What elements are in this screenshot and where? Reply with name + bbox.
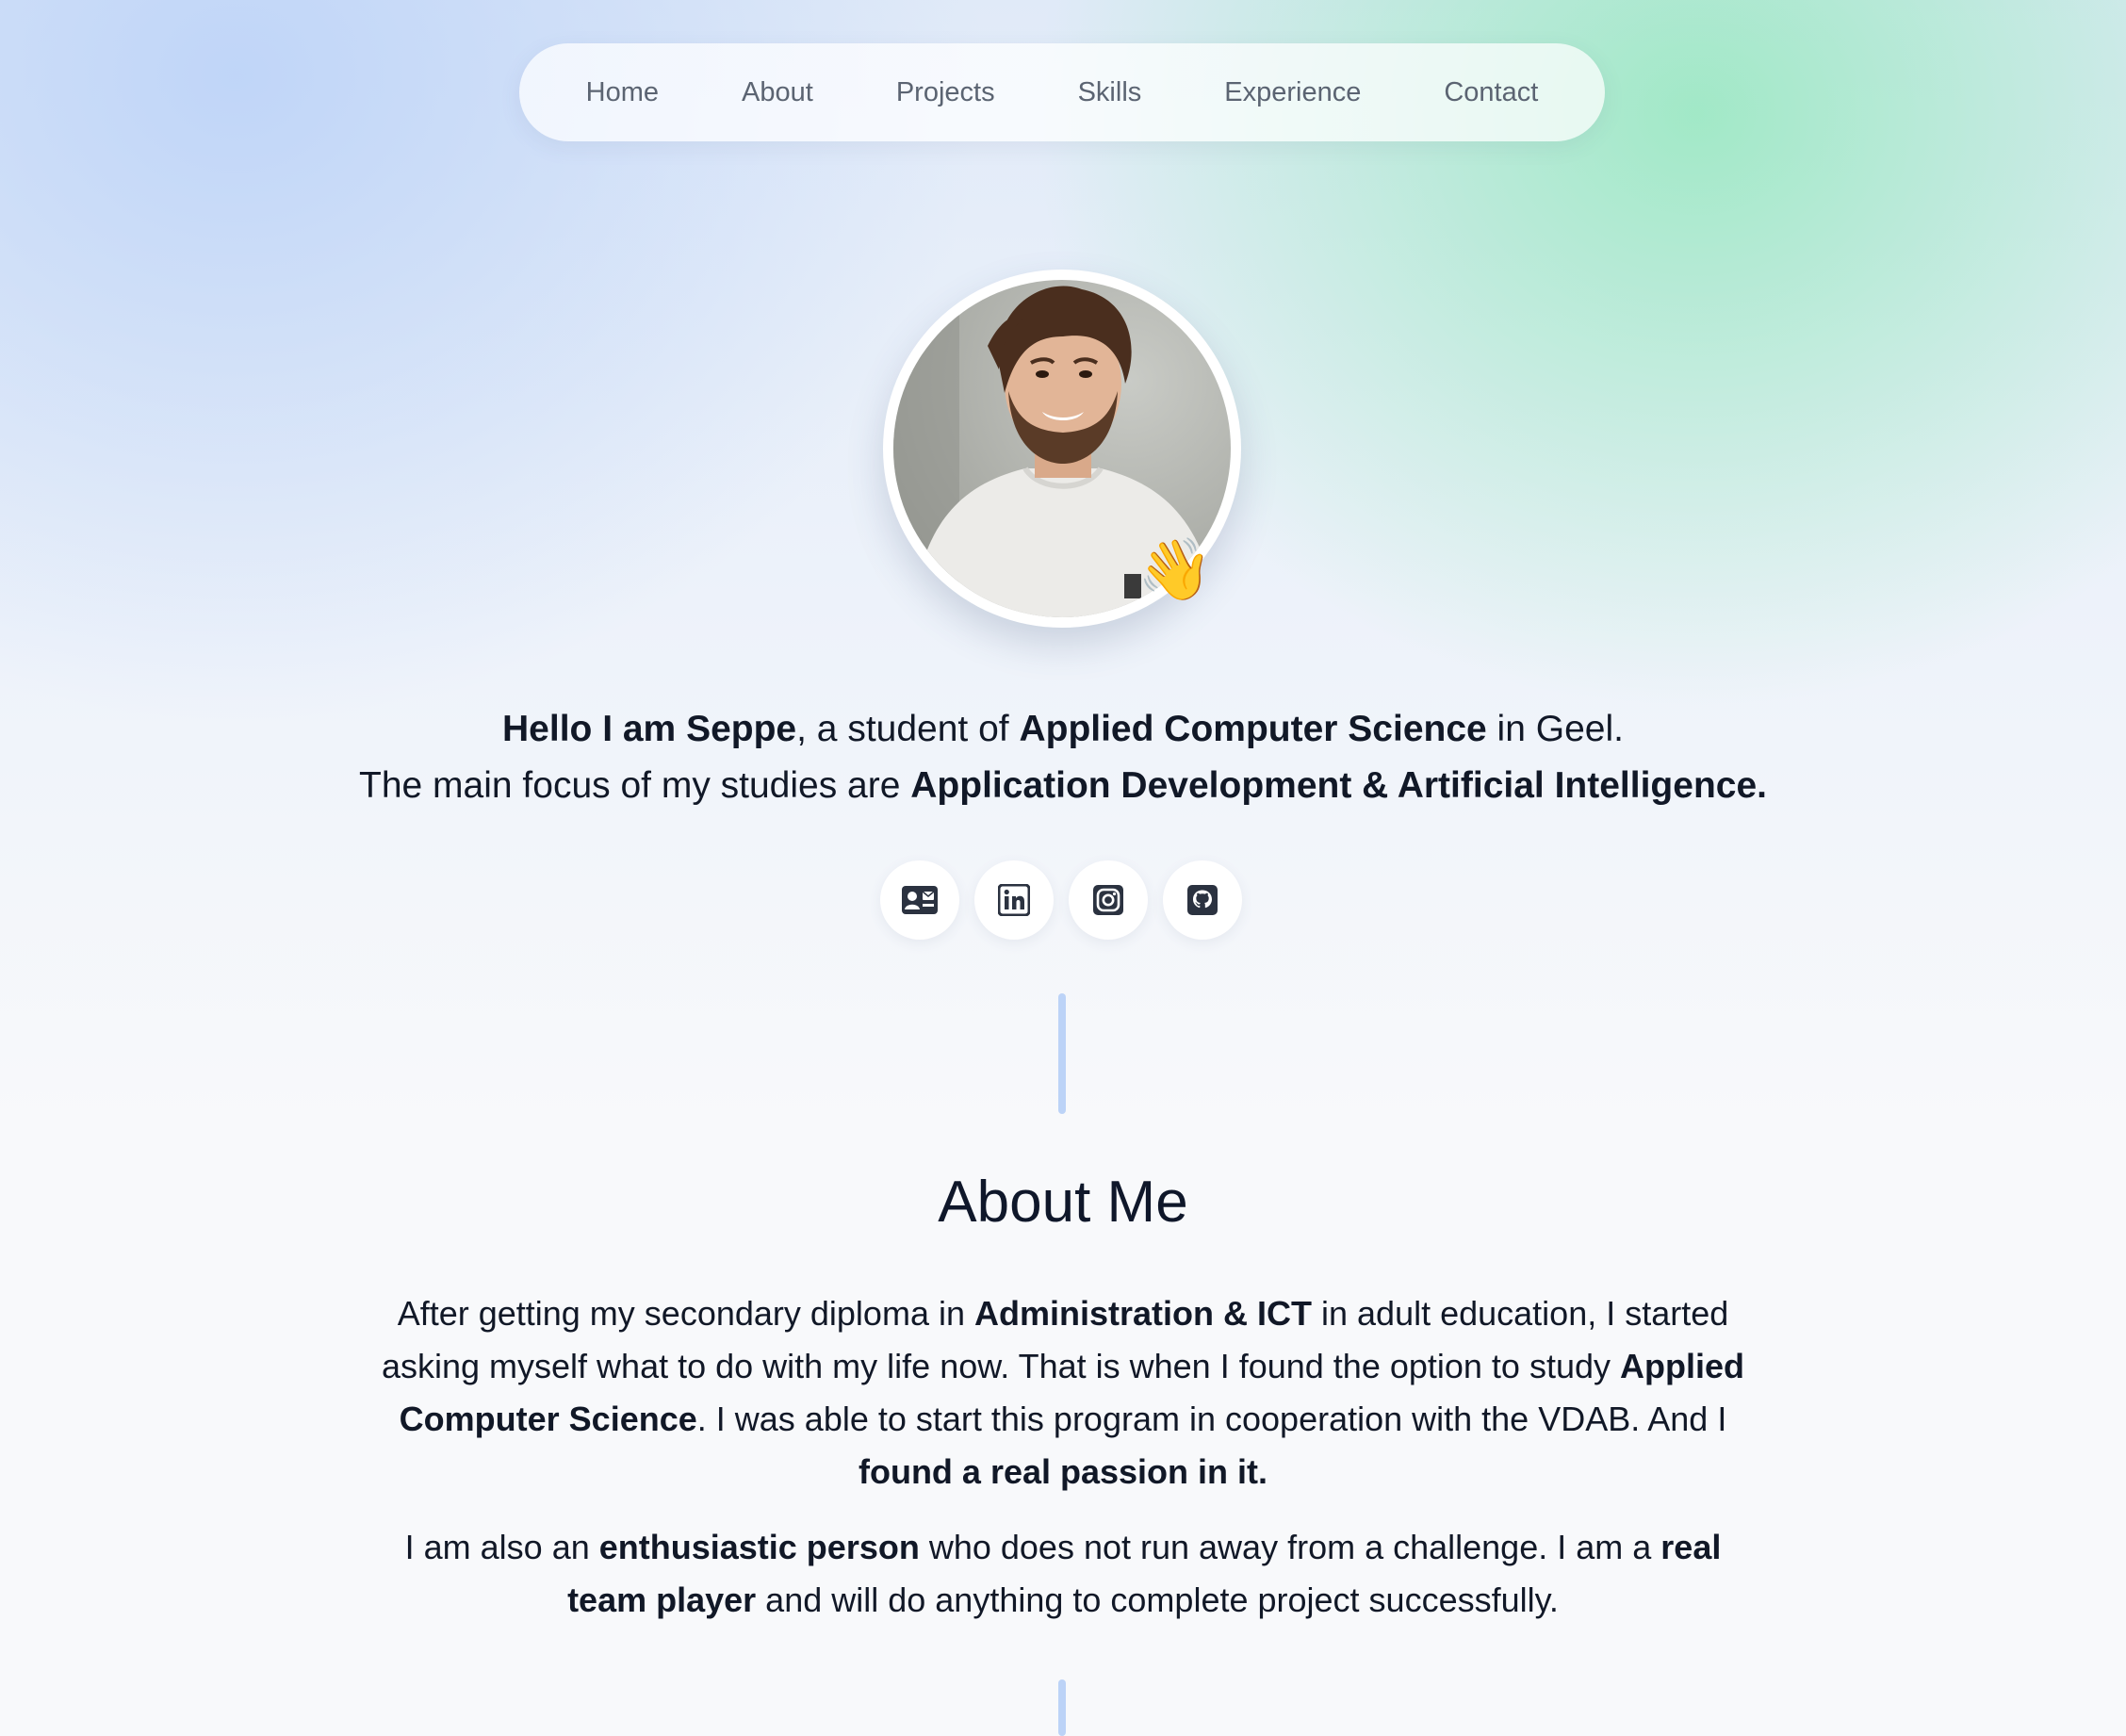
- intro-text-segment: , a student of: [796, 709, 1020, 749]
- nav-skills-link[interactable]: Skills: [1037, 43, 1184, 141]
- about-paragraph-2: I am also an enthusiastic person who doe…: [377, 1521, 1749, 1627]
- instagram-icon: [1093, 885, 1123, 915]
- intro-text-segment: The main focus of my studies are: [359, 765, 911, 806]
- contact-card-icon: [902, 886, 938, 914]
- github-button[interactable]: [1163, 860, 1242, 940]
- instagram-button[interactable]: [1069, 860, 1148, 940]
- nav-about-link[interactable]: About: [700, 43, 855, 141]
- intro-text-segment: in Geel.: [1486, 709, 1624, 749]
- waving-hand-icon: 👋: [1137, 535, 1213, 603]
- social-links: [880, 860, 1242, 940]
- section-divider: [1058, 1679, 1066, 1736]
- about-trait-enthusiastic: enthusiastic person: [598, 1528, 920, 1566]
- about-paragraph-1: After getting my secondary diploma in Ad…: [377, 1287, 1749, 1499]
- about-text-segment: . I was able to start this program in co…: [696, 1400, 1727, 1438]
- about-text-segment: and will do anything to complete project…: [756, 1580, 1559, 1619]
- section-divider: [1058, 993, 1066, 1114]
- intro-line-2: The main focus of my studies are Applica…: [0, 758, 2126, 814]
- linkedin-icon: [998, 884, 1030, 916]
- nav-contact-link[interactable]: Contact: [1402, 43, 1579, 141]
- top-navigation: Home About Projects Skills Experience Co…: [519, 43, 1605, 141]
- intro-text: Hello I am Seppe, a student of Applied C…: [0, 701, 2126, 814]
- linkedin-button[interactable]: [974, 860, 1054, 940]
- github-icon: [1187, 885, 1218, 915]
- intro-study-program: Applied Computer Science: [1019, 709, 1487, 749]
- intro-greeting: Hello I am Seppe: [502, 709, 797, 749]
- nav-projects-link[interactable]: Projects: [855, 43, 1037, 141]
- avatar-container: 👋: [883, 270, 1241, 628]
- nav-experience-link[interactable]: Experience: [1183, 43, 1402, 141]
- contact-card-button[interactable]: [880, 860, 959, 940]
- about-heading: About Me: [938, 1170, 1188, 1235]
- about-text-segment: I am also an: [404, 1528, 599, 1566]
- page: Home About Projects Skills Experience Co…: [0, 0, 2126, 1736]
- about-text-segment: who does not run away from a challenge. …: [919, 1528, 1661, 1566]
- about-diploma: Administration & ICT: [974, 1294, 1312, 1333]
- nav-home-link[interactable]: Home: [545, 43, 700, 141]
- intro-line-1: Hello I am Seppe, a student of Applied C…: [0, 701, 2126, 758]
- about-passion: found a real passion in it.: [858, 1452, 1268, 1491]
- about-text-segment: After getting my secondary diploma in: [397, 1294, 974, 1333]
- intro-focus: Application Development & Artificial Int…: [910, 765, 1767, 806]
